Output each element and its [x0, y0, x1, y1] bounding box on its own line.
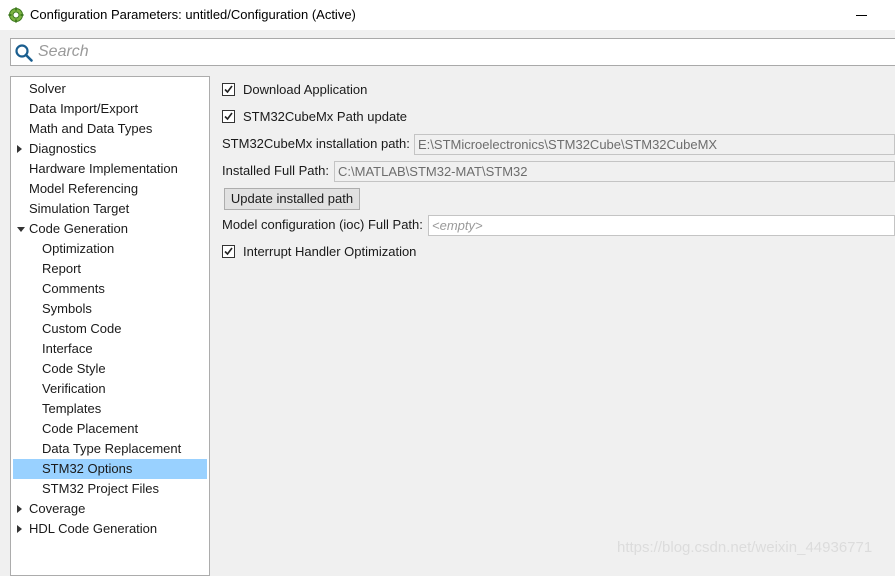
tree-item-model-referencing[interactable]: Model Referencing [11, 179, 209, 199]
title-bar: Configuration Parameters: untitled/Confi… [0, 0, 895, 30]
ioc-full-path-field[interactable]: <empty> [428, 215, 895, 236]
checkmark-icon [224, 85, 233, 94]
tree-item-symbols[interactable]: Symbols [11, 299, 209, 319]
tree-item-hdl-code-generation[interactable]: HDL Code Generation [11, 519, 209, 539]
tree-item-label: Symbols [42, 301, 92, 316]
watermark: https://blog.csdn.net/weixin_44936771 [617, 539, 873, 556]
interrupt-handler-optimization-label: Interrupt Handler Optimization [243, 244, 417, 259]
tree-item-simulation-target[interactable]: Simulation Target [11, 199, 209, 219]
tree-item-label: Templates [42, 401, 102, 416]
expand-arrow-icon[interactable] [17, 525, 22, 533]
update-installed-path-button[interactable]: Update installed path [224, 188, 360, 210]
search-icon [15, 44, 33, 62]
tree-item-diagnostics[interactable]: Diagnostics [11, 139, 209, 159]
tree-item-label: Data Import/Export [29, 101, 139, 116]
tree-item-hardware-implementation[interactable]: Hardware Implementation [11, 159, 209, 179]
tree-item-stm32-project-files[interactable]: STM32 Project Files [11, 479, 209, 499]
tree-item-label: Custom Code [42, 321, 122, 336]
tree-item-code-placement[interactable]: Code Placement [11, 419, 209, 439]
cubemx-install-path-field[interactable]: E:\STMicroelectronics\STM32Cube\STM32Cub… [414, 134, 895, 155]
tree-item-label: Code Style [42, 361, 106, 376]
tree-item-custom-code[interactable]: Custom Code [11, 319, 209, 339]
tree-item-label: Report [42, 261, 82, 276]
tree-item-label: Optimization [42, 241, 115, 256]
tree-item-code-generation[interactable]: Code Generation [11, 219, 209, 239]
tree-item-label: Model Referencing [29, 181, 139, 196]
checkmark-icon [224, 247, 233, 256]
search-placeholder: Search [38, 43, 89, 60]
download-application-label: Download Application [243, 82, 368, 97]
tree-item-label: Solver [29, 81, 66, 96]
installed-full-path-field[interactable]: C:\MATLAB\STM32-MAT\STM32 [334, 161, 895, 182]
category-tree: Solver Data Import/Export Math and Data Ty… [10, 76, 210, 576]
collapse-arrow-icon[interactable] [17, 227, 25, 232]
tree-item-stm32-options[interactable]: STM32 Options [13, 459, 207, 479]
installed-full-path-label: Installed Full Path: [222, 163, 329, 178]
tree-item-comments[interactable]: Comments [11, 279, 209, 299]
cubemx-path-update-checkbox[interactable] [222, 110, 235, 123]
tree-item-label: STM32 Project Files [42, 481, 160, 496]
tree-item-data-type-replacement[interactable]: Data Type Replacement [11, 439, 209, 459]
tree-item-label: STM32 Options [42, 461, 133, 476]
ioc-full-path-label: Model configuration (ioc) Full Path: [222, 217, 423, 232]
expand-arrow-icon[interactable] [17, 505, 22, 513]
tree-item-code-style[interactable]: Code Style [11, 359, 209, 379]
tree-item-templates[interactable]: Templates [11, 399, 209, 419]
tree-item-data-import-export[interactable]: Data Import/Export [11, 99, 209, 119]
tree-item-label: Math and Data Types [29, 121, 153, 136]
tree-item-label: Comments [42, 281, 105, 296]
minimize-icon [855, 14, 867, 16]
tree-item-label: Code Placement [42, 421, 139, 436]
expand-arrow-icon[interactable] [17, 145, 22, 153]
tree-item-label: Coverage [29, 501, 86, 516]
tree-item-solver[interactable]: Solver [11, 79, 209, 99]
cubemx-path-update-label: STM32CubeMx Path update [243, 109, 408, 124]
tree-item-label: Verification [42, 381, 106, 396]
tree-item-optimization[interactable]: Optimization [11, 239, 209, 259]
tree-item-math-and-data-types[interactable]: Math and Data Types [11, 119, 209, 139]
tree-item-interface[interactable]: Interface [11, 339, 209, 359]
tree-item-report[interactable]: Report [11, 259, 209, 279]
cubemx-install-path-label: STM32CubeMx installation path: [222, 136, 410, 151]
simulink-app-icon [8, 7, 24, 23]
tree-item-label: Code Generation [29, 221, 129, 236]
download-application-checkbox[interactable] [222, 83, 235, 96]
tree-item-label: Hardware Implementation [29, 161, 178, 176]
window-title: Configuration Parameters: untitled/Confi… [30, 7, 356, 22]
checkmark-icon [224, 112, 233, 121]
interrupt-handler-optimization-checkbox[interactable] [222, 245, 235, 258]
tree-item-label: Interface [42, 341, 93, 356]
minimize-button[interactable] [851, 0, 871, 30]
tree-item-label: Data Type Replacement [42, 441, 182, 456]
tree-item-label: HDL Code Generation [29, 521, 158, 536]
tree-item-label: Simulation Target [29, 201, 130, 216]
search-input[interactable]: Search [10, 38, 895, 66]
tree-item-verification[interactable]: Verification [11, 379, 209, 399]
tree-item-coverage[interactable]: Coverage [11, 499, 209, 519]
tree-item-label: Diagnostics [29, 141, 97, 156]
stm32-options-pane: Download Application STM32CubeMx Path up… [210, 66, 895, 567]
